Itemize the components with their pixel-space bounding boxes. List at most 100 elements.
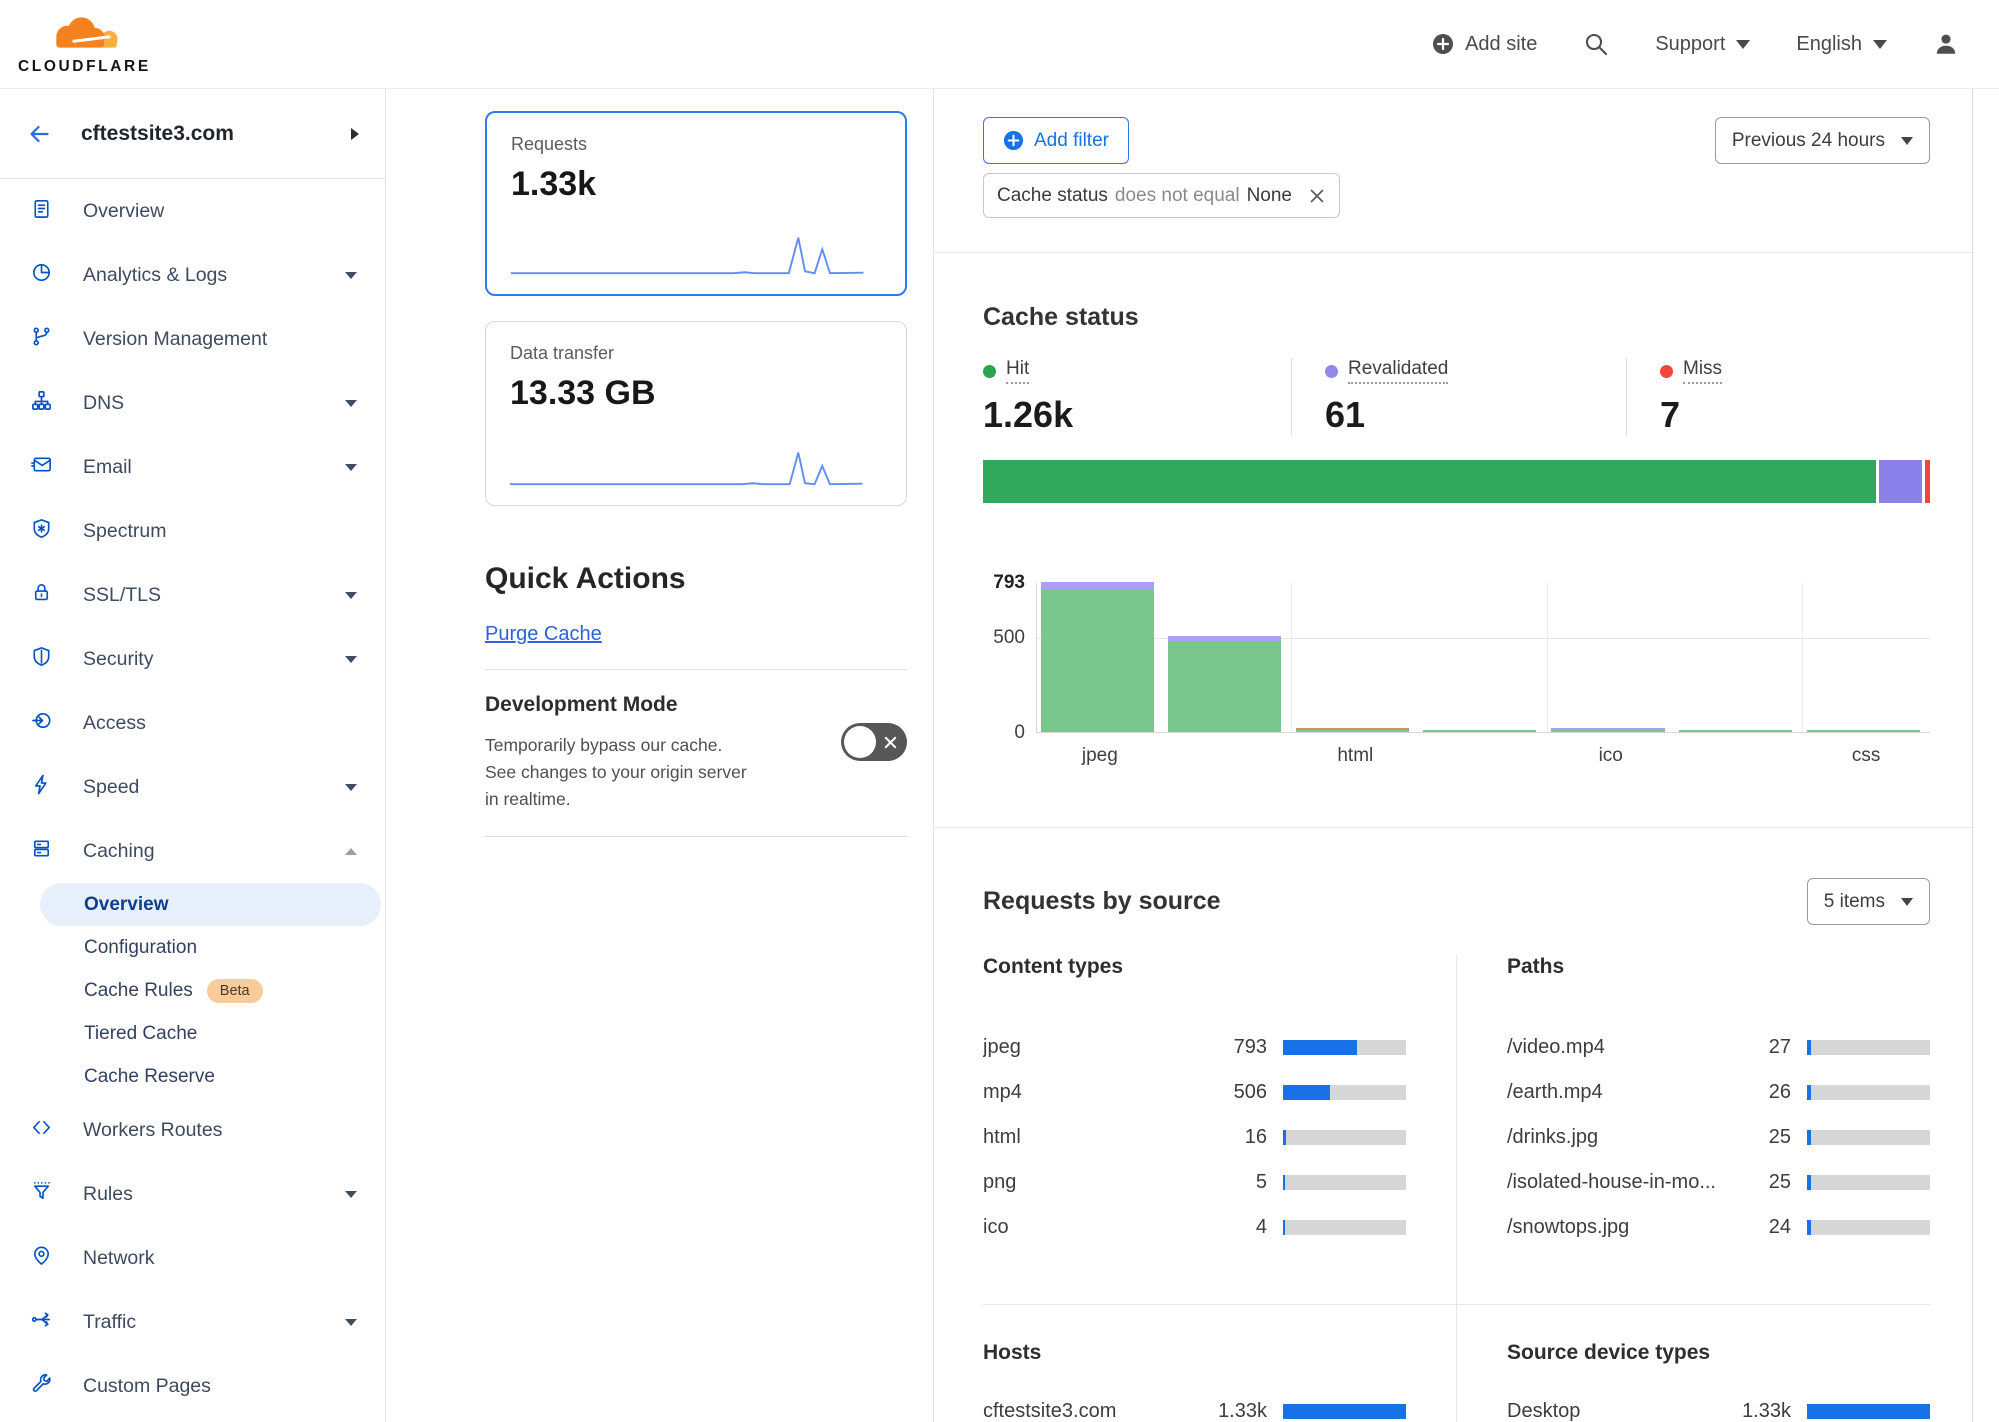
- requests-metric-card[interactable]: Requests 1.33k: [485, 111, 907, 296]
- paths-row[interactable]: /isolated-house-in-mo...25: [1507, 1160, 1930, 1205]
- content-types-row[interactable]: html16: [983, 1115, 1406, 1160]
- data-transfer-sparkline: [506, 443, 866, 489]
- beta-badge: Beta: [207, 979, 263, 1003]
- device-types-title: Source device types: [1507, 1341, 1930, 1365]
- row-meter-fill: [1283, 1085, 1330, 1100]
- sidebar-item-label: Access: [83, 712, 146, 735]
- sidebar-item-overview[interactable]: Overview: [0, 179, 385, 243]
- chart-bar-png: [1423, 583, 1536, 732]
- row-meter-fill: [1283, 1404, 1406, 1419]
- filter-field: Cache status: [997, 185, 1108, 207]
- row-meter: [1807, 1175, 1930, 1190]
- development-mode-description: Temporarily bypass our cache. See change…: [485, 732, 750, 813]
- items-count-select[interactable]: 5 items: [1807, 878, 1930, 925]
- chart-slot-png: [1419, 583, 1547, 732]
- sidebar-item-workers-routes[interactable]: Workers Routes: [0, 1098, 385, 1162]
- paths-row[interactable]: /drinks.jpg25: [1507, 1115, 1930, 1160]
- sidebar-item-email[interactable]: Email: [0, 435, 385, 499]
- chart-slot-col5: [1675, 583, 1803, 732]
- support-menu[interactable]: Support: [1655, 33, 1750, 56]
- hosts-row[interactable]: cftestsite3.com1.33k: [983, 1389, 1406, 1422]
- chevron-down-icon: [345, 1319, 357, 1326]
- sidebar-item-speed[interactable]: Speed: [0, 755, 385, 819]
- sidebar-item-cache-reserve[interactable]: Cache Reserve: [40, 1055, 381, 1098]
- paths-row[interactable]: /video.mp427: [1507, 1025, 1930, 1070]
- toggle-off-x-icon: [883, 735, 898, 750]
- sidebar-item-security[interactable]: Security: [0, 627, 385, 691]
- lock-icon: [30, 581, 53, 610]
- sidebar-item-caching-configuration[interactable]: Configuration: [40, 926, 381, 969]
- stacked-segment-hit: [983, 460, 1876, 503]
- sidebar-item-dns[interactable]: DNS: [0, 371, 385, 435]
- add-filter-button[interactable]: Add filter: [983, 117, 1129, 164]
- device-types-row[interactable]: Desktop1.33k: [1507, 1389, 1930, 1422]
- row-meter: [1807, 1220, 1930, 1235]
- x-axis-label: html: [1291, 745, 1419, 767]
- data-transfer-label: Data transfer: [510, 343, 882, 364]
- sidebar-item-label: Security: [83, 648, 153, 671]
- content-types-row[interactable]: ico4: [983, 1205, 1406, 1250]
- row-value: 5: [1195, 1171, 1267, 1194]
- filter-chip[interactable]: Cache status does not equal None: [983, 173, 1340, 218]
- sidebar-item-caching[interactable]: Caching: [0, 819, 385, 883]
- paths-row[interactable]: /earth.mp426: [1507, 1070, 1930, 1115]
- language-menu[interactable]: English: [1796, 33, 1887, 56]
- y-axis-tick: 500: [993, 627, 1025, 649]
- row-label: /earth.mp4: [1507, 1081, 1719, 1104]
- chart-segment-revalidated: [1168, 636, 1281, 641]
- filter-operator: does not equal: [1115, 185, 1240, 207]
- row-meter-fill: [1807, 1085, 1811, 1100]
- sidebar-item-access[interactable]: Access: [0, 691, 385, 755]
- sidebar-item-ssl-tls[interactable]: SSL/TLS: [0, 563, 385, 627]
- purge-cache-link[interactable]: Purge Cache: [485, 623, 602, 646]
- row-label: jpeg: [983, 1036, 1195, 1059]
- development-mode-toggle[interactable]: [841, 723, 907, 761]
- stat-revalidated: Revalidated 61: [1291, 358, 1626, 436]
- sidebar-item-tiered-cache[interactable]: Tiered Cache: [40, 1012, 381, 1055]
- row-meter: [1283, 1220, 1406, 1235]
- sidebar-item-cache-rules[interactable]: Cache RulesBeta: [40, 969, 381, 1012]
- content-types-row[interactable]: png5: [983, 1160, 1406, 1205]
- chart-segment-hit: [1168, 641, 1281, 732]
- cloudflare-wordmark: CLOUDFLARE: [18, 58, 151, 76]
- row-value: 793: [1195, 1036, 1267, 1059]
- data-transfer-metric-card[interactable]: Data transfer 13.33 GB: [485, 321, 907, 506]
- time-range-select[interactable]: Previous 24 hours: [1715, 117, 1930, 164]
- row-meter-fill: [1807, 1130, 1811, 1145]
- cache-status-title: Cache status: [983, 303, 1930, 332]
- row-value: 24: [1719, 1216, 1791, 1239]
- sidebar-item-spectrum[interactable]: Spectrum: [0, 499, 385, 563]
- sidebar-item-caching-overview[interactable]: Overview: [40, 883, 381, 926]
- cache-status-section: Cache status Hit 1.26k Revalidated 61 Mi…: [934, 253, 1972, 828]
- content-types-row[interactable]: mp4506: [983, 1070, 1406, 1115]
- back-arrow-icon[interactable]: [26, 122, 53, 146]
- paths-row[interactable]: /snowtops.jpg24: [1507, 1205, 1930, 1250]
- row-meter: [1807, 1040, 1930, 1055]
- row-value: 16: [1195, 1126, 1267, 1149]
- code-icon: [30, 1116, 53, 1145]
- chart-slot-ico: [1548, 583, 1675, 732]
- chevron-up-icon: [345, 848, 357, 855]
- remove-filter-icon[interactable]: [1308, 187, 1326, 205]
- cloudflare-logo[interactable]: CLOUDFLARE: [18, 13, 151, 76]
- sidebar-item-rules[interactable]: Rules: [0, 1162, 385, 1226]
- chevron-down-icon: [1736, 40, 1750, 49]
- development-mode-section: Development Mode Temporarily bypass our …: [485, 693, 907, 813]
- sidebar-item-custom-pages[interactable]: Custom Pages: [0, 1354, 385, 1418]
- requests-by-source-section: Requests by source 5 items Content types…: [934, 828, 1972, 1422]
- site-switcher-caret-icon[interactable]: [351, 128, 359, 140]
- cache-status-stats: Hit 1.26k Revalidated 61 Miss 7: [983, 358, 1930, 436]
- row-label: /snowtops.jpg: [1507, 1216, 1719, 1239]
- chart-segment-hit: [1679, 730, 1792, 732]
- sidebar-item-network[interactable]: Network: [0, 1226, 385, 1290]
- sidebar-item-traffic[interactable]: Traffic: [0, 1290, 385, 1354]
- add-site-button[interactable]: Add site: [1432, 33, 1537, 56]
- row-label: /drinks.jpg: [1507, 1126, 1719, 1149]
- sidebar-item-version-management[interactable]: Version Management: [0, 307, 385, 371]
- sidebar-item-analytics-logs[interactable]: Analytics & Logs: [0, 243, 385, 307]
- user-menu[interactable]: [1933, 31, 1959, 57]
- search-button[interactable]: [1583, 31, 1609, 57]
- divider: [485, 836, 907, 837]
- content-types-row[interactable]: jpeg793: [983, 1025, 1406, 1070]
- sidebar-subitem-label: Cache Reserve: [84, 1066, 215, 1088]
